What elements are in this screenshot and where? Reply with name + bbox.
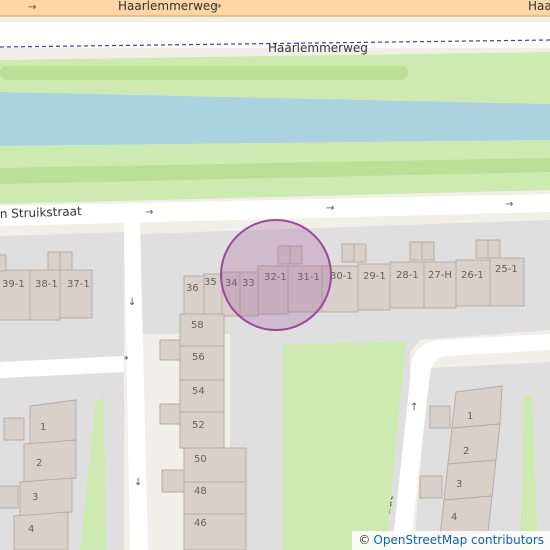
right-lower-number-1: 1: [467, 411, 473, 422]
house-number-35: 35: [204, 277, 217, 288]
left-lower-number-3: 3: [32, 492, 38, 503]
house-number-36: 36: [186, 283, 199, 294]
house-number-48: 48: [194, 486, 207, 497]
right-lower-number-2: 2: [463, 446, 469, 457]
house-number-37-1: 37-1: [67, 279, 90, 290]
right-lower-number-3: 3: [456, 479, 462, 490]
top-road-arrow-1: →: [28, 2, 36, 13]
house-number-39-1: 39-1: [2, 279, 25, 290]
map-canvas[interactable]: Haarlemmerweg → → Haarl Haarlemmerweg n …: [0, 0, 550, 550]
grass-path: [0, 66, 408, 80]
vertical-street-arrow-2: ↓: [134, 477, 142, 488]
street-arrow-2: →: [326, 203, 334, 214]
primary-road-haarlemmerweg: [0, 0, 550, 16]
house-number-25-1: 25-1: [495, 264, 518, 275]
house-number-54: 54: [192, 386, 205, 397]
house-number-46: 46: [194, 518, 207, 529]
street-arrow-3: →: [505, 199, 513, 210]
top-road-label-edge: Haarl: [528, 0, 550, 13]
top-road-label: Haarlemmerweg: [118, 0, 218, 13]
house-number-28-1: 28-1: [396, 270, 419, 281]
house-number-56: 56: [192, 352, 205, 363]
map-attribution: © OpenStreetMap contributors: [352, 531, 550, 550]
house-number-30-1: 30-1: [330, 271, 353, 282]
south-street-arrow: ↑: [410, 402, 418, 413]
house-number-50: 50: [194, 454, 207, 465]
openstreetmap-attribution-link[interactable]: OpenStreetMap contributors: [373, 533, 544, 547]
park-green: [282, 341, 406, 550]
right-lower-number-4: 4: [451, 512, 457, 523]
house-number-26-1: 26-1: [461, 270, 484, 281]
left-street-label: n Struikstraat: [0, 204, 82, 221]
location-marker-circle[interactable]: [220, 219, 332, 331]
house-number-29-1: 29-1: [363, 271, 386, 282]
street-arrow-1: →: [145, 207, 153, 218]
left-lower-number-4: 4: [28, 524, 34, 535]
left-lower-number-2: 2: [36, 458, 42, 469]
vertical-street-arrow-1: ↓: [128, 297, 136, 308]
house-number-58: 58: [191, 320, 204, 331]
top-road-arrow-2: →: [213, 1, 221, 12]
service-road-label: Haarlemmerweg: [268, 41, 368, 55]
house-number-38-1: 38-1: [35, 279, 58, 290]
house-number-27-h: 27-H: [428, 270, 452, 281]
left-lower-number-1: 1: [40, 422, 46, 433]
copyright-symbol: ©: [358, 533, 371, 547]
house-number-52: 52: [192, 420, 205, 431]
